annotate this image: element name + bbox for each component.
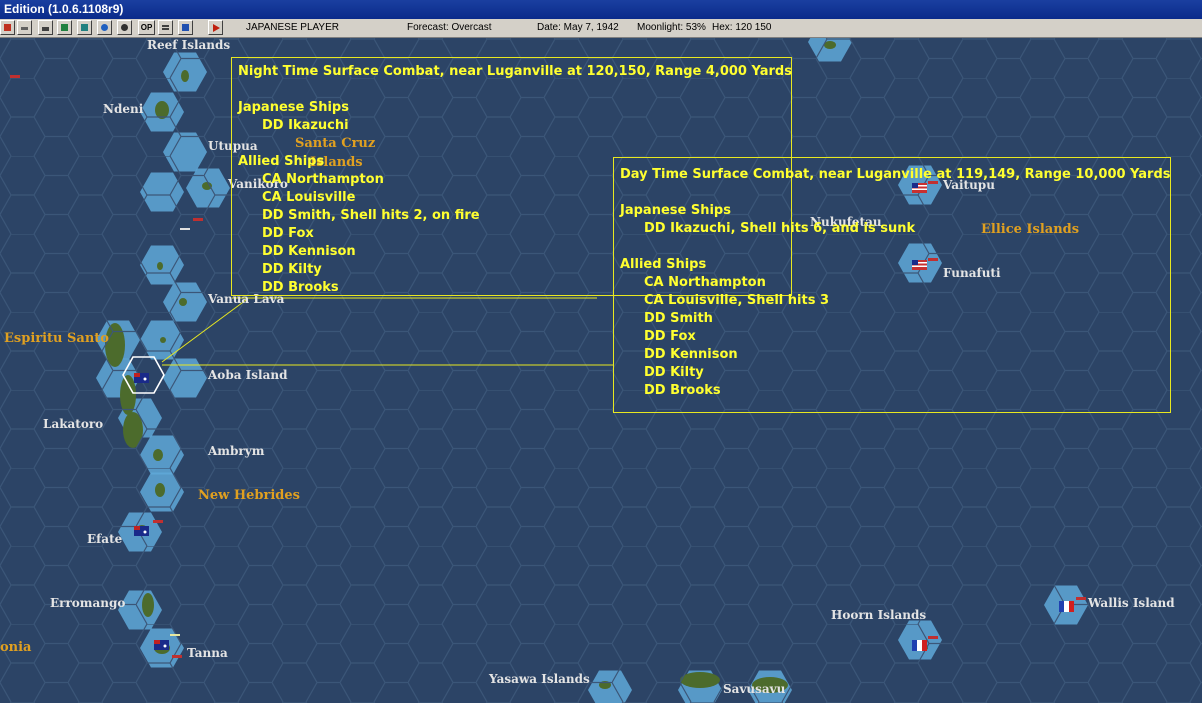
lakatoro-label: Lakatoro [43,417,103,431]
efate-label: Efate [87,532,123,546]
hex-status: Hex: 120 150 [712,22,772,33]
night-allied-ship: DD Kilty [262,262,322,277]
hoorn-islands-label: Hoorn Islands [831,608,926,622]
base-icon[interactable] [57,20,72,35]
op-label: OP [140,23,153,32]
list-icon[interactable] [158,20,173,35]
reef-islands-label: Reef Islands [147,38,230,52]
ship-marker-icon[interactable] [153,520,163,523]
air-icon[interactable] [17,20,32,35]
australian-flag-icon[interactable] [134,526,149,536]
ship-marker-icon[interactable] [928,636,938,639]
globe-icon[interactable] [97,20,112,35]
espiritu-santo-label: Espiritu Santo [4,331,109,346]
night-allied-header: Allied Ships [238,154,325,169]
moonlight-status: Moonlight: 53% [637,22,706,33]
day-allied-ship: DD Kennison [644,347,738,362]
ship-marker-icon[interactable] [172,655,182,658]
day-allied-ship: DD Fox [644,329,696,344]
wallis-island-label: Wallis Island [1087,596,1175,610]
ship-marker-icon[interactable] [1076,597,1086,600]
aoba-island-label: Aoba Island [207,368,288,382]
ship-icon[interactable] [38,20,53,35]
new-hebrides-label: New Hebrides [198,488,300,503]
french-flag-icon[interactable] [1059,601,1074,612]
night-japanese-header: Japanese Ships [238,100,349,115]
toolbar: OP JAPANESE PLAYER Forecast: Overcast Da… [0,19,1202,38]
play-icon[interactable] [208,20,223,35]
day-japanese-header: Japanese Ships [620,203,731,218]
day-allied-ship: CA Northampton [644,275,766,290]
night-allied-ship: CA Northampton [262,172,384,187]
night-allied-ship: DD Smith, Shell hits 2, on fire [262,208,480,223]
ambrym-label: Ambrym [207,444,265,458]
day-combat-report[interactable]: Day Time Surface Combat, near Luganville… [613,157,1171,413]
gear-icon[interactable] [117,20,132,35]
night-allied-ship: DD Fox [262,226,314,241]
ship-marker-icon[interactable] [10,75,20,78]
day-combat-title: Day Time Surface Combat, near Luganville… [620,167,1171,182]
tanna-label: Tanna [187,646,228,660]
forecast-status: Forecast: Overcast [407,22,492,33]
aircraft-marker-icon[interactable] [170,634,180,636]
australian-flag-icon[interactable] [154,640,169,650]
chart-icon[interactable] [77,20,92,35]
day-allied-ship: DD Brooks [644,383,721,398]
savusavu-label: Savusavu [723,682,786,696]
night-allied-ship: CA Louisville [262,190,356,205]
aircraft-marker-icon[interactable] [180,228,190,230]
ndeni-label: Ndeni [103,102,144,116]
day-allied-ship: DD Smith [644,311,713,326]
window-icon[interactable] [178,20,193,35]
window-title-bar: Edition (1.0.6.1108r9) [0,0,1202,19]
day-allied-header: Allied Ships [620,257,707,272]
night-allied-ship: DD Brooks [262,280,339,295]
night-allied-ship: DD Kennison [262,244,356,259]
date-status: Date: May 7, 1942 [537,22,619,33]
player-status: JAPANESE PLAYER [246,22,339,33]
night-combat-title: Night Time Surface Combat, near Luganvil… [238,64,792,79]
window-title: Edition (1.0.6.1108r9) [4,2,124,16]
day-allied-ship: CA Louisville, Shell hits 3 [644,293,830,308]
day-japanese-ship: DD Ikazuchi, Shell hits 6, and is sunk [644,221,916,236]
day-allied-ship: DD Kilty [644,365,704,380]
french-flag-icon[interactable] [912,640,927,651]
yasawa-islands-label: Yasawa Islands [488,672,590,686]
caledonia-label: onia [0,640,32,655]
close-icon[interactable] [0,20,15,35]
australian-flag-icon[interactable] [134,373,149,383]
op-icon[interactable]: OP [138,20,155,35]
night-japanese-ship: DD Ikazuchi [262,118,349,133]
erromango-label: Erromango [50,596,125,610]
ship-marker-icon[interactable] [193,218,203,221]
